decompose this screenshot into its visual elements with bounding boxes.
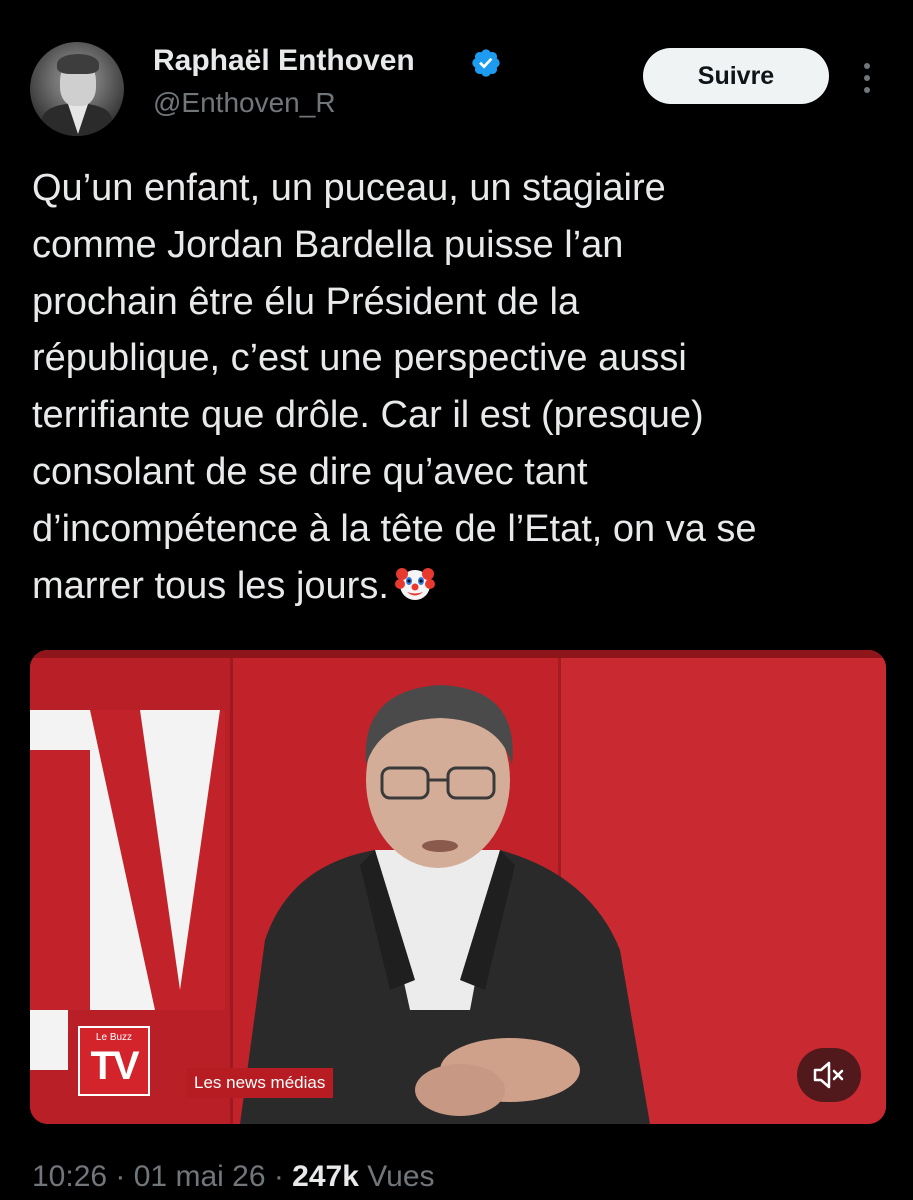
tweet-text-line: consolant de se dire qu’avec tant bbox=[32, 450, 588, 493]
tweet-time[interactable]: 10:26 bbox=[32, 1160, 107, 1193]
tweet: Raphaël Enthoven @Enthoven_R Suivre Qu’u… bbox=[0, 0, 913, 1200]
views-label: Vues bbox=[367, 1160, 435, 1193]
channel-logo-small-text: Le Buzz bbox=[95, 1032, 133, 1043]
video-frame bbox=[30, 650, 886, 1124]
channel-logo: Le Buzz TV bbox=[78, 1026, 150, 1096]
mute-button[interactable] bbox=[797, 1048, 861, 1102]
clown-face-icon bbox=[394, 567, 435, 600]
tweet-date[interactable]: 01 mai 26 bbox=[134, 1160, 266, 1193]
tweet-text-line: république, c’est une perspective aussi bbox=[32, 337, 687, 380]
tweet-video[interactable]: Le Buzz TV Les news médias bbox=[30, 650, 886, 1124]
follow-button[interactable]: Suivre bbox=[643, 48, 829, 104]
meta-separator: · bbox=[107, 1160, 134, 1193]
speaker-muted-icon bbox=[813, 1061, 844, 1089]
author-handle[interactable]: @Enthoven_R bbox=[153, 87, 336, 119]
video-lower-third: Les news médias bbox=[186, 1068, 334, 1098]
more-vertical-icon[interactable] bbox=[852, 58, 882, 98]
tweet-text-line: prochain être élu Président de la bbox=[32, 280, 580, 323]
avatar[interactable] bbox=[30, 42, 124, 136]
meta-separator: · bbox=[265, 1160, 293, 1193]
tweet-text-line: Qu’un enfant, un puceau, un stagiaire bbox=[32, 167, 666, 209]
views-count: 247k bbox=[292, 1160, 359, 1193]
verified-badge-icon bbox=[472, 49, 500, 77]
author-display-name[interactable]: Raphaël Enthoven bbox=[153, 44, 415, 78]
tweet-text-line: d’incompétence à la tête de l’Etat, on v… bbox=[32, 507, 757, 550]
tweet-text-last-line: marrer tous les jours. bbox=[32, 558, 892, 615]
tweet-text-line: marrer tous les jours. bbox=[32, 564, 389, 607]
tweet-text-line: terrifiante que drôle. Car il est (presq… bbox=[32, 394, 704, 437]
channel-logo-big-text: TV bbox=[90, 1044, 139, 1088]
tweet-meta: 10:26 · 01 mai 26 · 247k Vues bbox=[32, 1160, 435, 1194]
tweet-text: Qu’un enfant, un puceau, un stagiaire co… bbox=[32, 160, 892, 614]
tweet-text-line: comme Jordan Bardella puisse l’an bbox=[32, 223, 624, 266]
